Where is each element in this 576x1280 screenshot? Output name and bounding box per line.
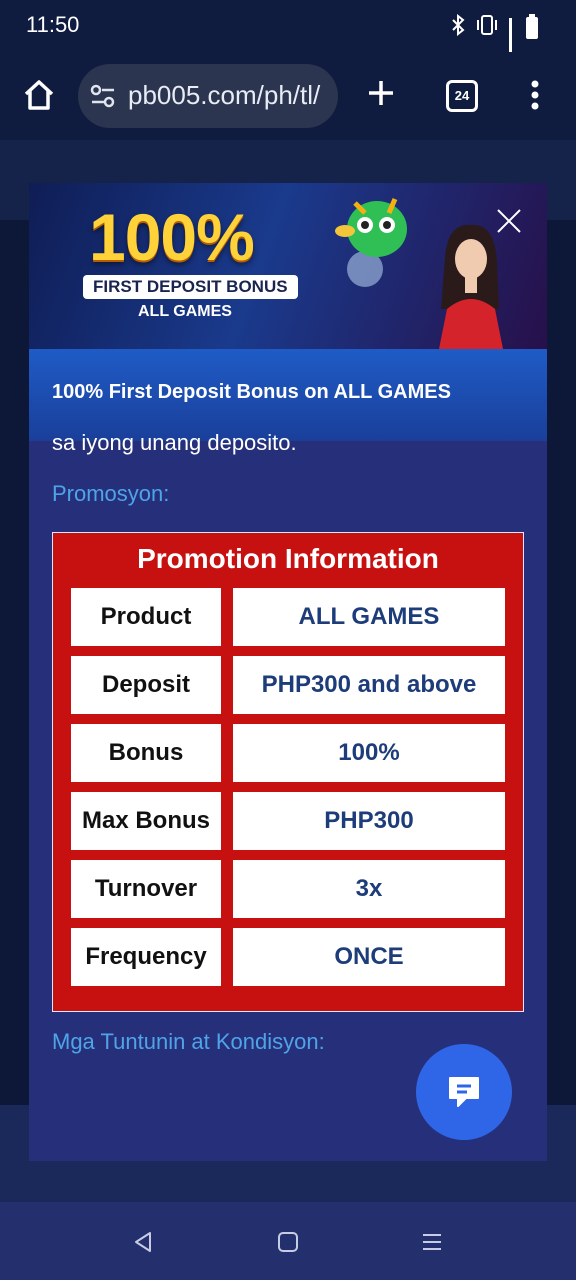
banner-subtitle: FIRST DEPOSIT BONUS (83, 275, 298, 299)
promo-banner: 100% FIRST DEPOSIT BONUS ALL GAMES (29, 183, 547, 349)
table-row: Frequency ONCE (71, 928, 505, 986)
new-tab-icon[interactable] (366, 78, 396, 108)
home-nav-icon[interactable] (276, 1230, 300, 1254)
table-value: ONCE (233, 928, 505, 986)
recents-icon[interactable] (420, 1230, 444, 1254)
dragon-illustration (325, 189, 425, 289)
bluetooth-icon (451, 13, 465, 41)
table-key: Max Bonus (71, 792, 221, 850)
table-row: Max Bonus PHP300 (71, 792, 505, 850)
chat-icon (449, 1077, 479, 1107)
table-value: 3x (233, 860, 505, 918)
promotion-modal: 100% FIRST DEPOSIT BONUS ALL GAMES 100% … (29, 183, 547, 1161)
back-icon[interactable] (132, 1230, 156, 1254)
site-settings-icon[interactable] (90, 84, 116, 108)
modal-title-bar: 100% First Deposit Bonus on ALL GAMES (29, 349, 547, 441)
table-row: Turnover 3x (71, 860, 505, 918)
modal-title: 100% First Deposit Bonus on ALL GAMES (52, 381, 451, 403)
status-time: 11:50 (26, 12, 80, 37)
terms-section-label: Mga Tuntunin at Kondisyon: (52, 1029, 325, 1054)
battery-icon (526, 13, 538, 39)
status-icons (451, 13, 538, 130)
table-row: Product ALL GAMES (71, 588, 505, 646)
table-key: Product (71, 588, 221, 646)
vibrate-icon (475, 14, 499, 41)
banner-headline: 100% (89, 200, 255, 274)
promotion-info-table: Promotion Information Product ALL GAMES … (52, 532, 524, 1012)
table-value: PHP300 and above (233, 656, 505, 714)
home-icon[interactable] (22, 78, 56, 112)
table-row: Deposit PHP300 and above (71, 656, 505, 714)
url-bar[interactable]: pb005.com/ph/tl/ (78, 64, 338, 128)
chat-button[interactable] (416, 1044, 512, 1140)
table-key: Deposit (71, 656, 221, 714)
banner-tagline: ALL GAMES (138, 303, 232, 320)
url-text: pb005.com/ph/tl/ (128, 80, 321, 110)
tab-switcher-button[interactable]: 24 (446, 80, 478, 112)
promo-table-title: Promotion Information (137, 543, 439, 574)
table-value: PHP300 (233, 792, 505, 850)
system-nav-bar (0, 1202, 576, 1280)
description-text: sa iyong unang deposito. (52, 430, 297, 455)
browser-toolbar: pb005.com/ph/tl/ 24 (0, 52, 576, 140)
status-bar: 11:50 (0, 0, 576, 130)
close-icon[interactable] (495, 207, 523, 235)
promo-section-label: Promosyon: (52, 481, 170, 506)
table-value: ALL GAMES (233, 588, 505, 646)
signal-icon (509, 17, 516, 130)
table-key: Bonus (71, 724, 221, 782)
table-key: Frequency (71, 928, 221, 986)
table-value: 100% (233, 724, 505, 782)
more-menu-icon[interactable] (530, 80, 540, 110)
model-illustration (425, 219, 515, 349)
table-row: Bonus 100% (71, 724, 505, 782)
table-key: Turnover (71, 860, 221, 918)
